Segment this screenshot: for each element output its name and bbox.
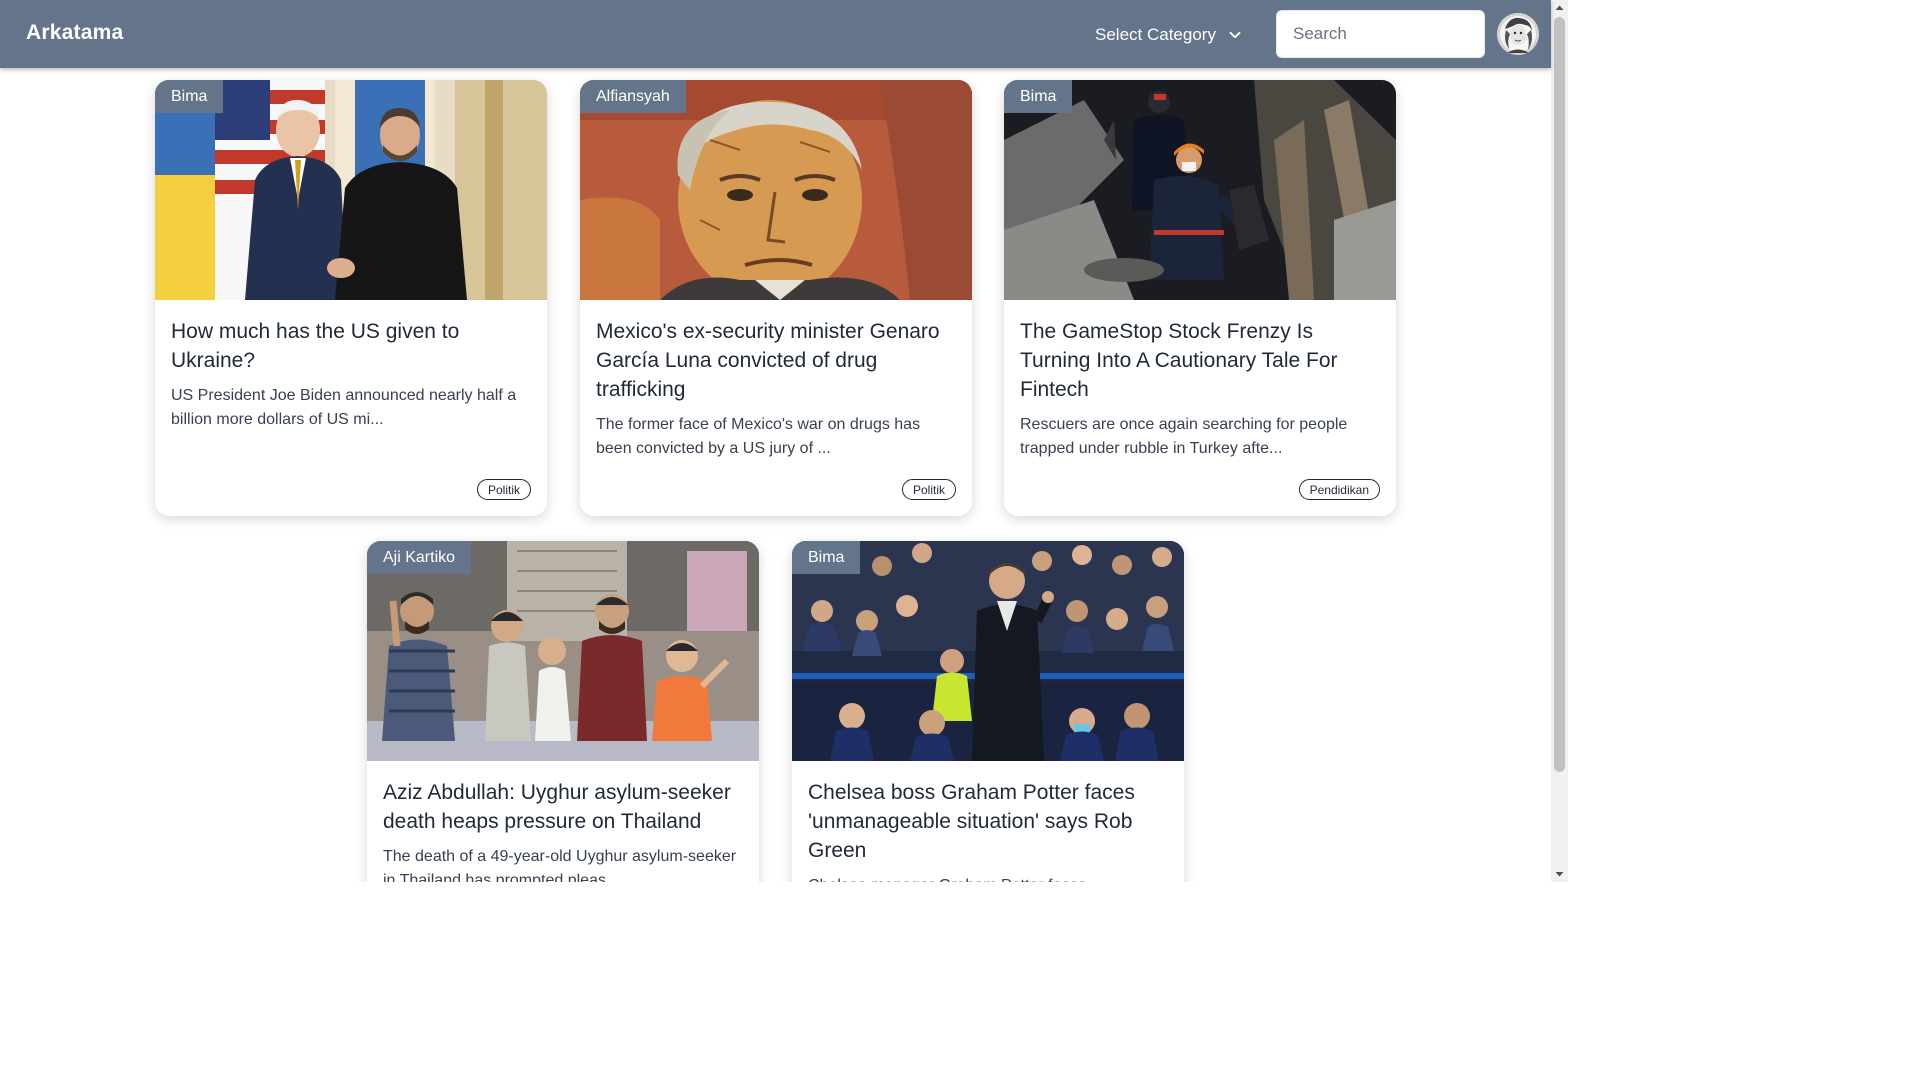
article-image[interactable]: Aji Kartiko [367,541,759,761]
category-badge[interactable]: Politik [476,479,531,500]
article-excerpt: The death of a 49-year-old Uyghur asylum… [383,848,737,882]
article-image[interactable]: Bima [792,541,1184,761]
article-title[interactable]: Chelsea boss Graham Potter faces 'unmana… [808,778,1168,865]
scroll-up-arrow-icon[interactable] [1551,0,1568,16]
author-tag: Aji Kartiko [367,541,472,574]
article-title[interactable]: Aziz Abdullah: Uyghur asylum-seeker deat… [383,778,743,836]
article-card[interactable]: Alfiansyah Mexico's ex-security minister… [580,80,972,516]
article-excerpt: US President Joe Biden announced nearly … [171,387,517,428]
author-tag: Alfiansyah [580,80,686,113]
category-badge[interactable]: Politik [901,479,956,500]
article-image[interactable]: Alfiansyah [580,80,972,300]
article-card[interactable]: Aji Kartiko Aziz Abdullah: Uyghur asylum… [367,541,759,882]
article-excerpt: Chelsea manager Graham Potter faces... [808,874,1168,882]
article-excerpt: The former face of Mexico's war on drugs… [596,416,921,457]
article-body: Mexico's ex-security minister Genaro Gar… [580,300,972,461]
article-card[interactable]: Bima The GameStop Stock Frenzy Is Turnin… [1004,80,1396,516]
article-body: The GameStop Stock Frenzy Is Turning Int… [1004,300,1396,461]
article-body: Aziz Abdullah: Uyghur asylum-seeker deat… [367,761,759,882]
article-body: Chelsea boss Graham Potter faces 'unmana… [792,761,1184,882]
news-page: Arkatama Select Category Search Bima How… [0,0,1568,882]
article-title[interactable]: The GameStop Stock Frenzy Is Turning Int… [1020,317,1380,404]
article-image[interactable]: Bima [155,80,547,300]
author-tag: Bima [792,541,861,574]
search-input[interactable] [1276,10,1485,58]
article-title[interactable]: How much has the US given to Ukraine? [171,317,531,375]
scroll-down-arrow-icon[interactable] [1551,866,1568,882]
category-badge[interactable]: Pendidikan [1298,479,1380,500]
author-tag: Bima [155,80,224,113]
vertical-scrollbar[interactable] [1551,0,1568,882]
category-select[interactable]: Select Category [1095,22,1242,48]
chevron-down-icon [1228,28,1242,42]
author-tag: Bima [1004,80,1073,113]
article-card[interactable]: Bima How much has the US given to Ukrain… [155,80,547,516]
article-title[interactable]: Mexico's ex-security minister Genaro Gar… [596,317,956,404]
navbar: Arkatama Select Category [0,0,1551,68]
article-image[interactable]: Bima [1004,80,1396,300]
article-card[interactable]: Bima Chelsea boss Graham Potter faces 'u… [792,541,1184,882]
scrollbar-thumb[interactable] [1554,17,1565,772]
article-body: How much has the US given to Ukraine? US… [155,300,547,432]
brand-logo[interactable]: Arkatama [26,21,123,45]
user-avatar[interactable] [1497,13,1539,55]
article-excerpt: Rescuers are once again searching for pe… [1020,416,1348,457]
category-select-label: Select Category [1095,25,1216,44]
